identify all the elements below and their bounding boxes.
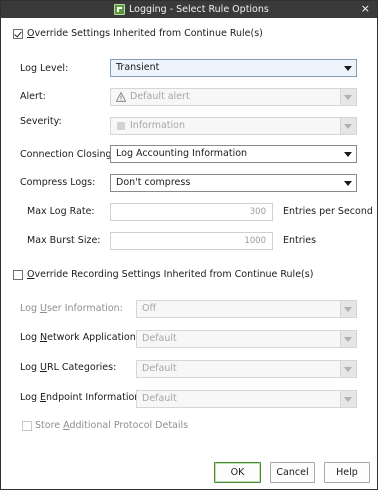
alert-dropdown <box>340 89 356 105</box>
logging-dialog: Logging - Select Rule Options × Override… <box>0 0 378 490</box>
chevron-down-icon <box>344 307 352 312</box>
chevron-down-icon <box>344 124 352 129</box>
override-recording-checkbox[interactable] <box>13 270 23 280</box>
log-user-information-dropdown <box>340 301 356 317</box>
chevron-down-icon <box>344 397 352 402</box>
chevron-down-icon <box>344 181 352 186</box>
log-endpoint-information-select[interactable]: Default <box>136 390 357 408</box>
title-bar: Logging - Select Rule Options × <box>1 1 377 18</box>
warning-icon <box>116 92 126 102</box>
store-additional-label: Store Additional Protocol Details <box>35 420 189 431</box>
store-additional-checkbox[interactable] <box>22 421 32 431</box>
log-url-categories-value: Default <box>142 363 177 374</box>
connection-closing-dropdown[interactable] <box>340 146 356 162</box>
override-settings-checkbox[interactable] <box>13 29 23 39</box>
window-title: Logging - Select Rule Options <box>129 4 269 15</box>
chevron-down-icon <box>344 66 352 71</box>
chevron-down-icon <box>344 337 352 342</box>
severity-dropdown <box>340 118 356 134</box>
log-url-categories-label: Log URL Categories: <box>20 362 117 373</box>
connection-closing-select[interactable]: Log Accounting Information <box>110 145 357 163</box>
alert-label: Alert: <box>20 91 46 102</box>
cancel-button[interactable]: Cancel <box>270 462 315 483</box>
connection-closing-value: Log Accounting Information <box>116 148 248 159</box>
log-level-select[interactable]: Transient <box>110 59 357 77</box>
max-burst-size-unit: Entries <box>283 235 317 246</box>
compress-logs-label: Compress Logs: <box>20 177 96 188</box>
log-user-information-value: Off <box>142 303 157 314</box>
compress-logs-select[interactable]: Don't compress <box>110 174 357 192</box>
severity-icon <box>117 122 125 130</box>
chevron-down-icon <box>344 152 352 157</box>
log-level-label: Log Level: <box>20 63 69 74</box>
help-button[interactable]: Help <box>324 462 370 483</box>
compress-logs-value: Don't compress <box>116 177 191 188</box>
max-burst-size-input[interactable]: 1000 <box>110 232 273 250</box>
max-log-rate-input[interactable]: 300 <box>110 203 273 221</box>
chevron-down-icon <box>344 367 352 372</box>
override-recording-label[interactable]: Override Recording Settings Inherited fr… <box>27 269 313 281</box>
log-url-categories-dropdown <box>340 361 356 377</box>
log-user-information-select[interactable]: Off <box>136 300 357 318</box>
override-settings-label[interactable]: Override Settings Inherited from Continu… <box>27 28 263 40</box>
log-user-information-label: Log User Information: <box>20 303 123 314</box>
alert-select[interactable]: Default alert <box>110 88 357 106</box>
log-network-applications-dropdown <box>340 331 356 347</box>
connection-closing-label: Connection Closing: <box>20 149 115 160</box>
log-level-value: Transient <box>116 62 160 73</box>
log-url-categories-select[interactable]: Default <box>136 360 357 378</box>
compress-logs-dropdown[interactable] <box>340 175 356 191</box>
severity-select[interactable]: Information <box>110 117 357 135</box>
log-network-applications-select[interactable]: Default <box>136 330 357 348</box>
log-endpoint-information-value: Default <box>142 393 177 404</box>
alert-value: Default alert <box>130 91 190 102</box>
chevron-down-icon <box>344 95 352 100</box>
max-log-rate-unit: Entries per Second <box>283 206 373 217</box>
max-burst-size-label: Max Burst Size: <box>27 235 101 246</box>
app-icon <box>114 4 125 15</box>
log-endpoint-information-label: Log Endpoint Information: <box>20 392 144 403</box>
severity-label: Severity: <box>20 116 62 127</box>
max-log-rate-label: Max Log Rate: <box>27 206 95 217</box>
log-network-applications-value: Default <box>142 333 177 344</box>
ok-button[interactable]: OK <box>214 462 261 483</box>
severity-value: Information <box>130 120 185 131</box>
log-level-dropdown[interactable] <box>340 60 356 76</box>
log-network-applications-label: Log Network Applications: <box>20 332 144 343</box>
close-icon[interactable]: × <box>361 2 370 16</box>
log-endpoint-information-dropdown <box>340 391 356 407</box>
